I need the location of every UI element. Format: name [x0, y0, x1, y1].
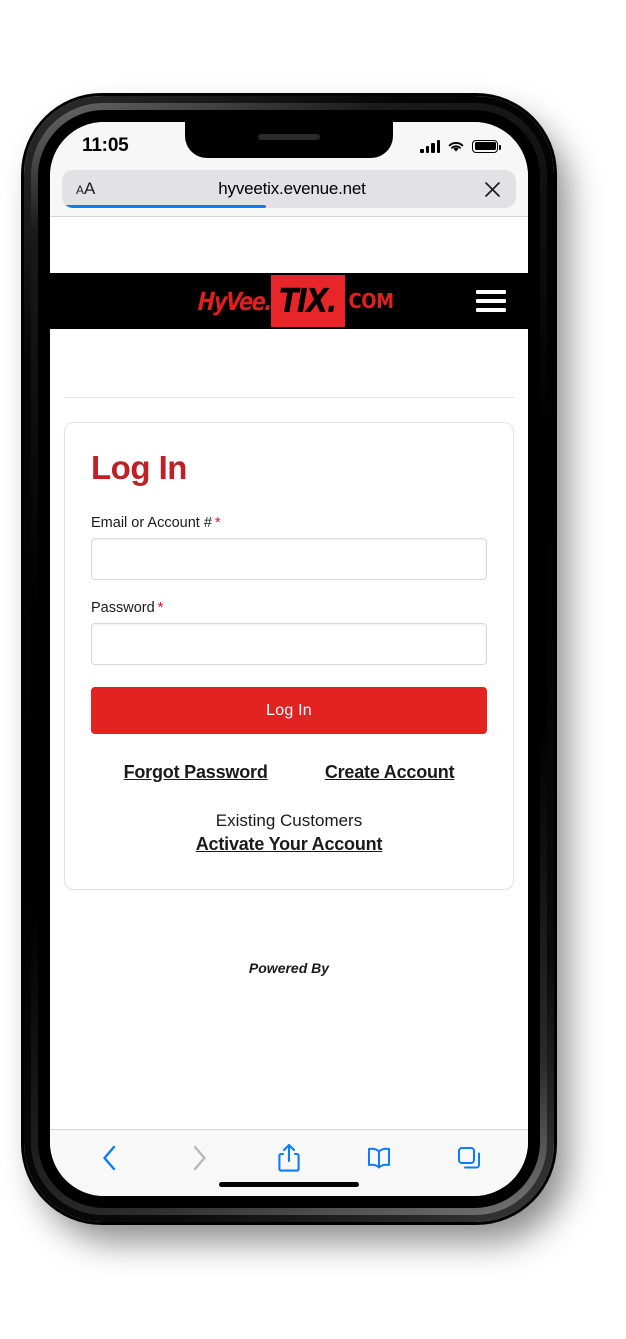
activate-account-link[interactable]: Activate Your Account — [196, 834, 383, 855]
footer-area: Powered By — [64, 890, 514, 976]
powered-by-text: Powered By — [248, 960, 330, 976]
page-top-gap — [50, 259, 528, 273]
required-asterisk: * — [214, 514, 221, 531]
log-in-button[interactable]: Log In — [91, 687, 487, 734]
speaker-grille — [258, 134, 320, 140]
battery-full-icon — [472, 139, 501, 153]
forward-icon — [176, 1138, 222, 1178]
address-bar[interactable]: AA hyveetix.evenue.net — [62, 170, 516, 208]
logo-com-text: COM — [348, 289, 394, 313]
wifi-icon — [448, 141, 464, 152]
safari-address-area: AA hyveetix.evenue.net — [50, 166, 528, 216]
existing-customers-block: Existing Customers Activate Your Account — [91, 811, 487, 855]
password-input[interactable] — [91, 623, 487, 665]
password-label-text: Password — [91, 600, 155, 616]
tabs-icon[interactable] — [446, 1138, 492, 1178]
status-icons — [420, 136, 501, 153]
logo-brand-text: HyVee. — [197, 286, 272, 316]
email-label-text: Email or Account # — [91, 515, 212, 531]
progress-fill — [62, 205, 267, 208]
password-field-label: Password * — [91, 600, 487, 616]
safari-divider — [50, 216, 528, 217]
content-divider — [64, 397, 514, 398]
status-time: 11:05 — [82, 135, 129, 156]
site-navbar: HyVee. TIX. COM — [50, 273, 528, 329]
phone-frame: 11:05 AA hyveetix.evenue.net HyVee. TIX.… — [24, 96, 554, 1222]
email-or-account-input[interactable] — [91, 538, 487, 580]
web-page: HyVee. TIX. COM Log In Email or Account … — [50, 259, 528, 1129]
site-logo[interactable]: HyVee. TIX. COM — [182, 273, 396, 329]
create-account-link[interactable]: Create Account — [325, 762, 455, 783]
auth-links-row: Forgot Password Create Account — [91, 762, 487, 783]
page-content: Log In Email or Account # * Password * L… — [50, 329, 528, 976]
cellular-signal-icon — [420, 139, 440, 153]
existing-customers-label: Existing Customers — [215, 811, 363, 830]
home-indicator — [219, 1182, 359, 1187]
back-icon[interactable] — [86, 1138, 132, 1178]
forgot-password-link[interactable]: Forgot Password — [124, 762, 268, 783]
login-card: Log In Email or Account # * Password * L… — [64, 422, 514, 890]
text-size-button[interactable]: AA — [76, 179, 122, 199]
page-title: Log In — [91, 449, 187, 486]
text-size-small-a: A — [76, 183, 85, 197]
url-text[interactable]: hyveetix.evenue.net — [122, 179, 468, 199]
phone-screen: 11:05 AA hyveetix.evenue.net HyVee. TIX.… — [50, 122, 528, 1196]
logo-tix-text: TIX. — [279, 281, 338, 320]
page-load-progress — [62, 205, 516, 208]
required-asterisk: * — [157, 599, 164, 616]
bookmarks-icon[interactable] — [356, 1138, 402, 1178]
text-size-big-a: A — [84, 179, 96, 198]
share-icon[interactable] — [266, 1138, 312, 1178]
breadcrumb-space — [64, 329, 514, 397]
email-field-label: Email or Account # * — [91, 515, 487, 531]
logo-tix-box: TIX. — [271, 275, 345, 327]
close-icon[interactable] — [468, 180, 502, 199]
hamburger-menu-icon[interactable] — [476, 290, 506, 312]
notch — [185, 122, 393, 158]
